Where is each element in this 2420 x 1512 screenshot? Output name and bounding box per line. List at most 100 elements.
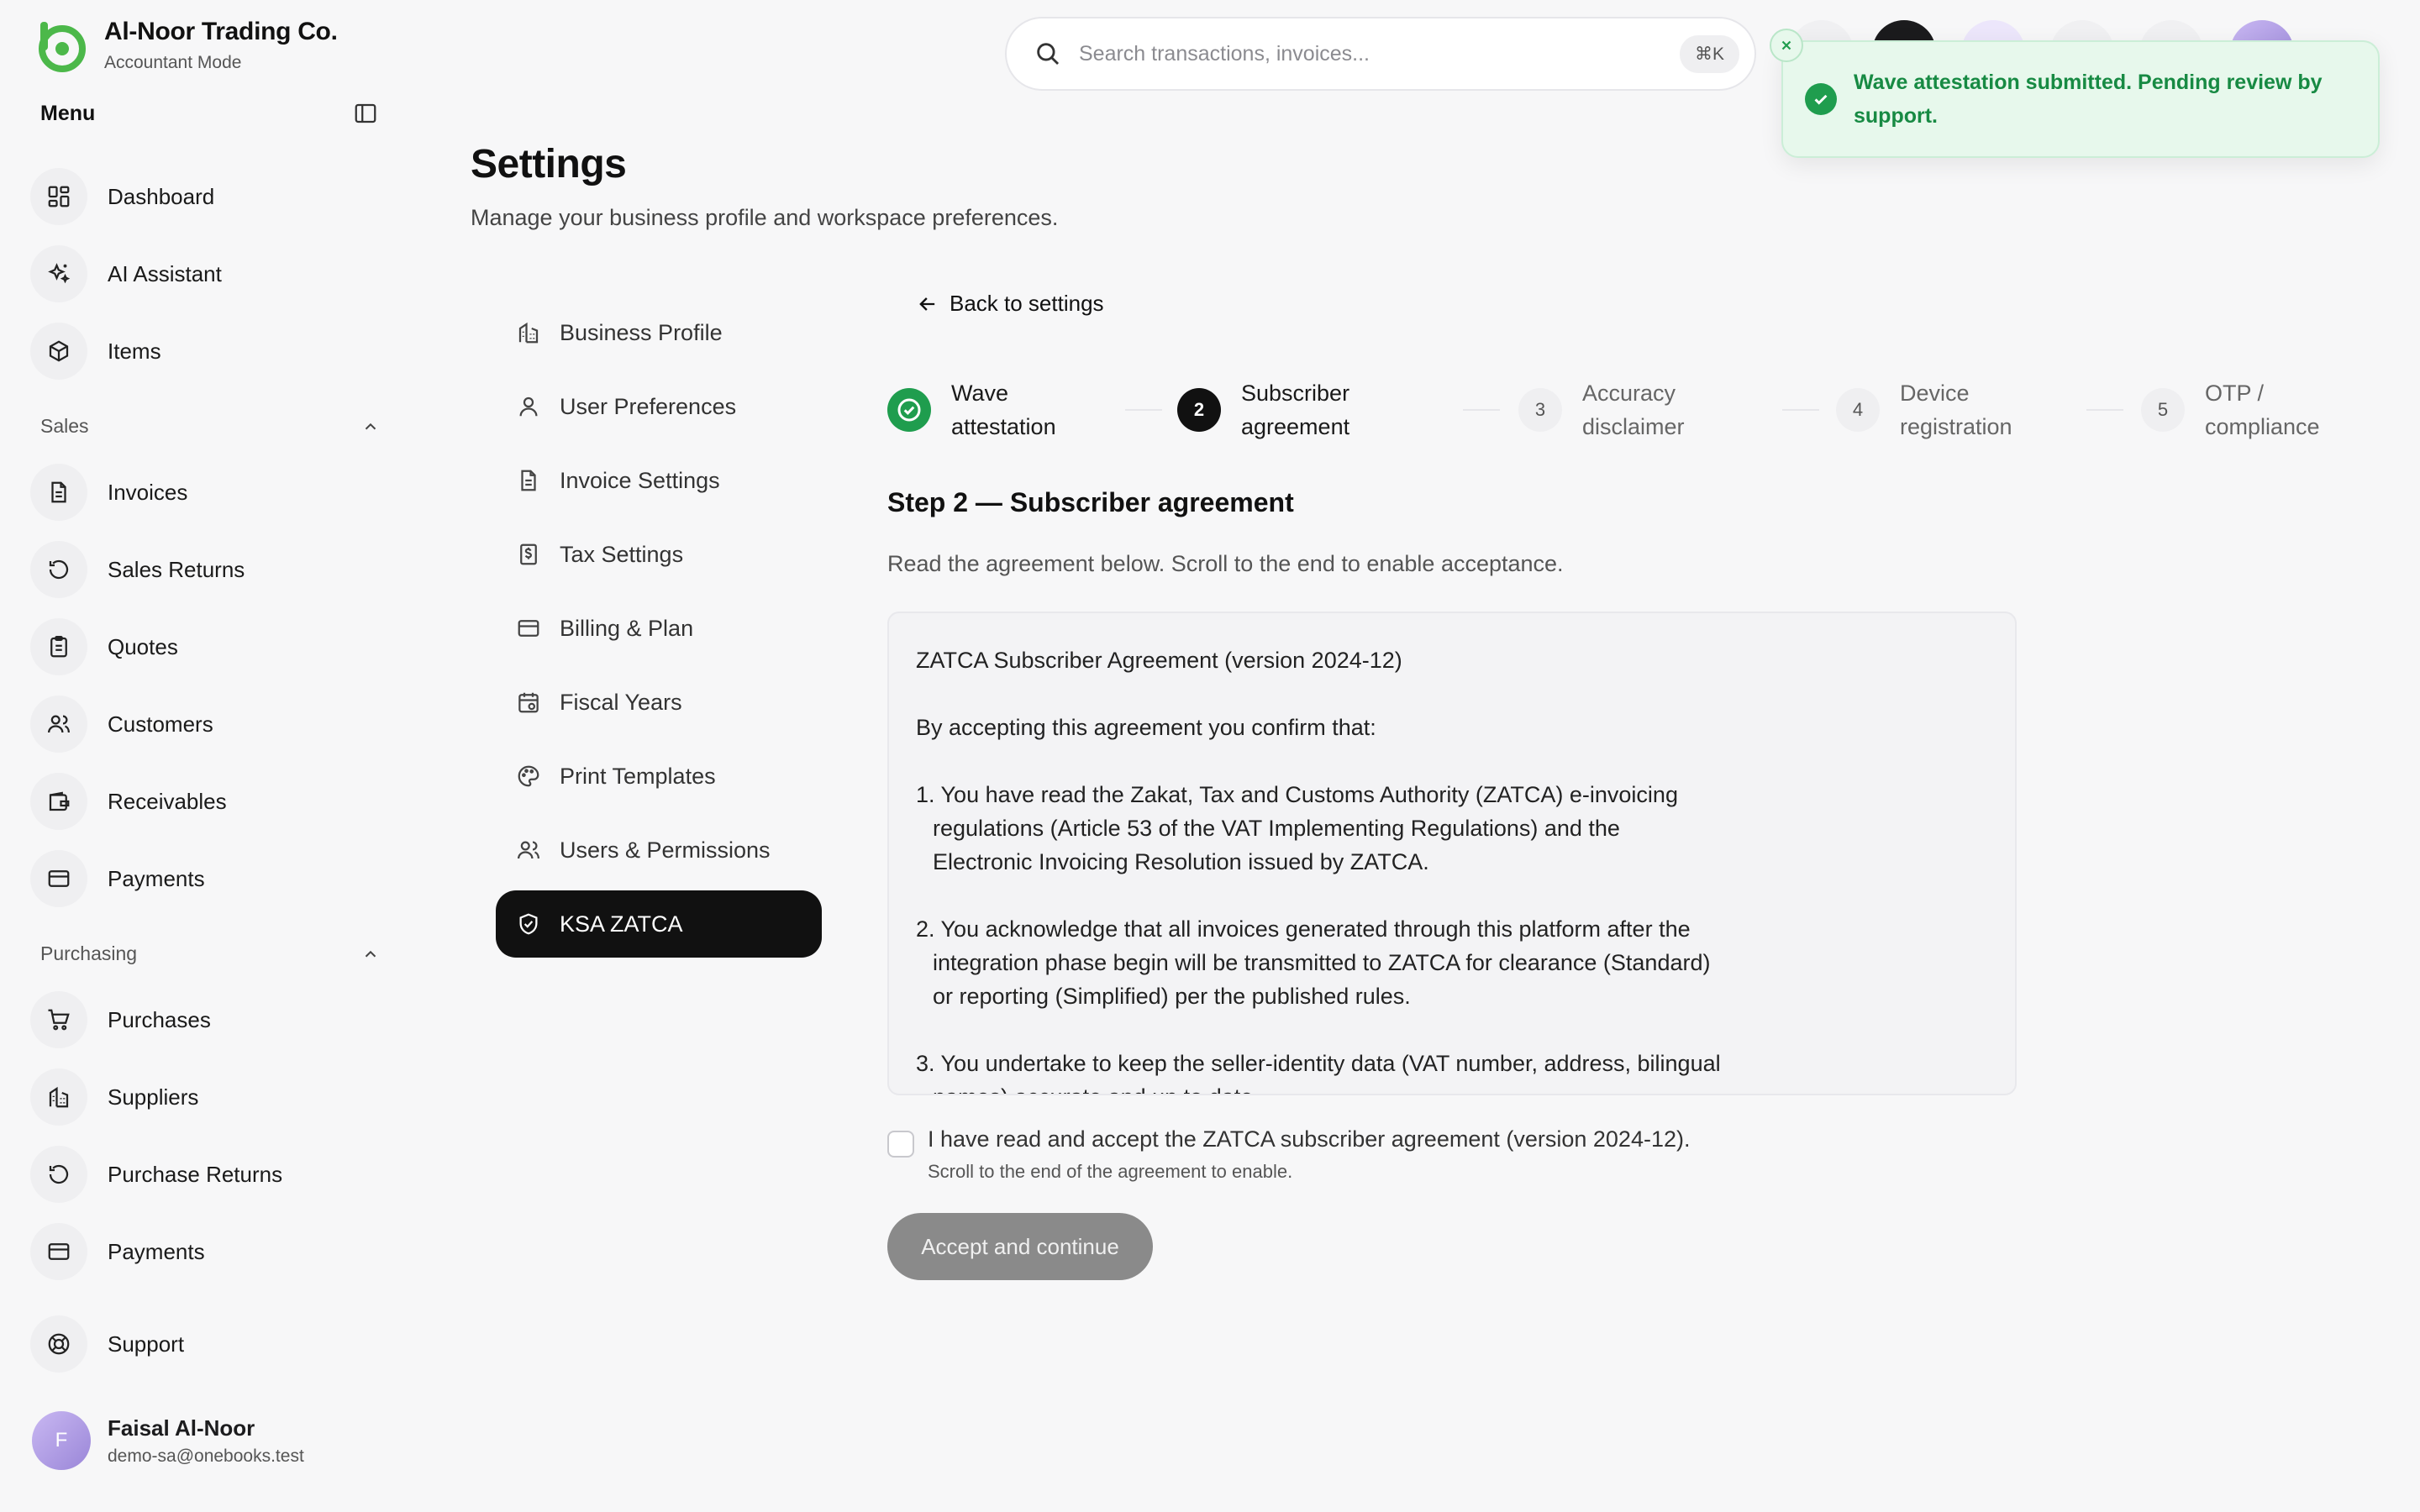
step-connector [1125, 409, 1162, 411]
sidebar-panel-icon [355, 103, 376, 123]
step-description: Read the agreement below. Scroll to the … [887, 551, 1564, 576]
user-profile[interactable]: F Faisal Al-Noor demo-sa@onebooks.test [32, 1411, 304, 1470]
sidebar-item-receivables[interactable]: Receivables [30, 769, 383, 833]
step-connector [1463, 409, 1500, 411]
card-icon [514, 614, 543, 643]
user-email: demo-sa@onebooks.test [108, 1446, 304, 1466]
sidebar-item-label: Quotes [108, 633, 178, 659]
box-icon [30, 323, 87, 380]
settings-nav-label: Users & Permissions [560, 837, 771, 863]
settings-nav-print-templates[interactable]: Print Templates [496, 743, 822, 810]
toast-close-button[interactable] [1770, 29, 1803, 62]
agreement-title: ZATCA Subscriber Agreement (version 2024… [916, 648, 1402, 673]
sidebar-item-label: Suppliers [108, 1084, 199, 1110]
settings-nav-label: Invoice Settings [560, 467, 720, 493]
brand-name: Al-Noor Trading Co. [104, 18, 338, 45]
sidebar-item-label: Customers [108, 711, 213, 737]
sidebar-item-label: Payments [108, 1238, 205, 1264]
step-subscriber-agreement[interactable]: 2 Subscriber agreement [1177, 370, 1401, 450]
sidebar-item-items[interactable]: Items [30, 319, 383, 383]
consent-hint: Scroll to the end of the agreement to en… [928, 1161, 1293, 1182]
sidebar-item-quotes[interactable]: Quotes [30, 615, 383, 679]
brand-logo-icon [39, 22, 86, 72]
search-input[interactable] [1079, 41, 1680, 66]
sidebar-item-sales-returns[interactable]: Sales Returns [30, 538, 383, 601]
settings-nav-user-preferences[interactable]: User Preferences [496, 373, 822, 440]
settings-nav-invoice-settings[interactable]: Invoice Settings [496, 447, 822, 514]
document-icon [30, 464, 87, 521]
dashboard-icon [30, 168, 87, 225]
settings-nav-ksa-zatca[interactable]: KSA ZATCA [496, 890, 822, 958]
step-label: Wave attestation [951, 381, 1056, 439]
sidebar-item-ai-assistant[interactable]: AI Assistant [30, 242, 383, 306]
settings-nav-label: Tax Settings [560, 541, 684, 567]
settings-nav-business-profile[interactable]: Business Profile [496, 299, 822, 366]
sidebar-item-label: Sales Returns [108, 556, 245, 582]
sidebar-item-label: Support [108, 1331, 185, 1357]
clipboard-icon [30, 618, 87, 675]
step-connector [1782, 409, 1819, 411]
return-icon [30, 541, 87, 598]
step-number: 3 [1518, 388, 1562, 432]
close-icon [1781, 40, 1791, 50]
toast-message: Wave attestation submitted. Pending revi… [1854, 71, 2323, 128]
return-icon [30, 1146, 87, 1203]
sidebar-item-purchase-payments[interactable]: Payments [30, 1220, 383, 1284]
sidebar-item-label: Receivables [108, 788, 227, 814]
search-bar[interactable]: ⌘K [1005, 17, 1756, 91]
settings-nav-fiscal-years[interactable]: Fiscal Years [496, 669, 822, 736]
settings-nav-label: KSA ZATCA [560, 911, 683, 937]
dollar-doc-icon [514, 540, 543, 569]
step-wave-attestation[interactable]: Wave attestation [887, 370, 1111, 450]
brand[interactable]: Al-Noor Trading Co. Accountant Mode [32, 17, 338, 74]
sidebar-item-label: Dashboard [108, 183, 215, 209]
accept-agreement-checkbox[interactable] [887, 1131, 914, 1158]
agreement-clause: 2. You acknowledge that all invoices gen… [916, 916, 1711, 1009]
step-number: 2 [1177, 388, 1221, 432]
sidebar-item-sales-payments[interactable]: Payments [30, 847, 383, 911]
back-to-settings-link[interactable]: Back to settings [916, 291, 1104, 317]
step-device-registration[interactable]: 4 Device registration [1836, 370, 2060, 450]
check-circle-icon [887, 388, 931, 432]
settings-nav-users-permissions[interactable]: Users & Permissions [496, 816, 822, 884]
agreement-scroll-area[interactable]: ZATCA Subscriber Agreement (version 2024… [887, 612, 2017, 1095]
sidebar-toggle-button[interactable] [351, 99, 380, 128]
calendar-icon [514, 688, 543, 717]
wallet-icon [30, 773, 87, 830]
sidebar-item-label: Items [108, 338, 161, 364]
palette-icon [514, 762, 543, 790]
accept-and-continue-button[interactable]: Accept and continue [887, 1213, 1153, 1280]
consent-label: I have read and accept the ZATCA subscri… [928, 1126, 1691, 1152]
step-accuracy-disclaimer[interactable]: 3 Accuracy disclaimer [1518, 370, 1742, 450]
sidebar-item-purchases[interactable]: Purchases [30, 988, 383, 1052]
sparkles-icon [30, 245, 87, 302]
settings-nav-label: Print Templates [560, 763, 716, 789]
step-number: 5 [2141, 388, 2185, 432]
sidebar-item-support[interactable]: Support [30, 1312, 383, 1376]
users-icon [514, 836, 543, 864]
agreement-clause: 1. You have read the Zakat, Tax and Cust… [916, 782, 1678, 874]
success-toast: Wave attestation submitted. Pending revi… [1770, 29, 2380, 158]
step-otp-compliance[interactable]: 5 OTP / compliance [2141, 370, 2365, 450]
cart-icon [30, 991, 87, 1048]
sidebar-item-label: Payments [108, 865, 205, 891]
sidebar-item-label: AI Assistant [108, 260, 222, 286]
users-icon [30, 696, 87, 753]
menu-header: Menu [40, 99, 380, 128]
arrow-left-icon [919, 297, 935, 311]
document-icon [514, 466, 543, 495]
section-sales-toggle[interactable]: Sales [40, 415, 380, 438]
sidebar-item-customers[interactable]: Customers [30, 692, 383, 756]
sidebar-item-suppliers[interactable]: Suppliers [30, 1065, 383, 1129]
sidebar-item-invoices[interactable]: Invoices [30, 460, 383, 524]
card-icon [30, 850, 87, 907]
sidebar-item-dashboard[interactable]: Dashboard [30, 165, 383, 228]
settings-nav-tax-settings[interactable]: Tax Settings [496, 521, 822, 588]
settings-nav-billing-plan[interactable]: Billing & Plan [496, 595, 822, 662]
settings-nav-label: Fiscal Years [560, 689, 682, 715]
check-circle-icon [1805, 83, 1837, 115]
menu-title: Menu [40, 101, 96, 125]
section-purchasing-toggle[interactable]: Purchasing [40, 942, 380, 965]
sidebar-item-purchase-returns[interactable]: Purchase Returns [30, 1142, 383, 1206]
zatca-onboarding-stepper: Wave attestation 2 Subscriber agreement … [887, 370, 2333, 450]
